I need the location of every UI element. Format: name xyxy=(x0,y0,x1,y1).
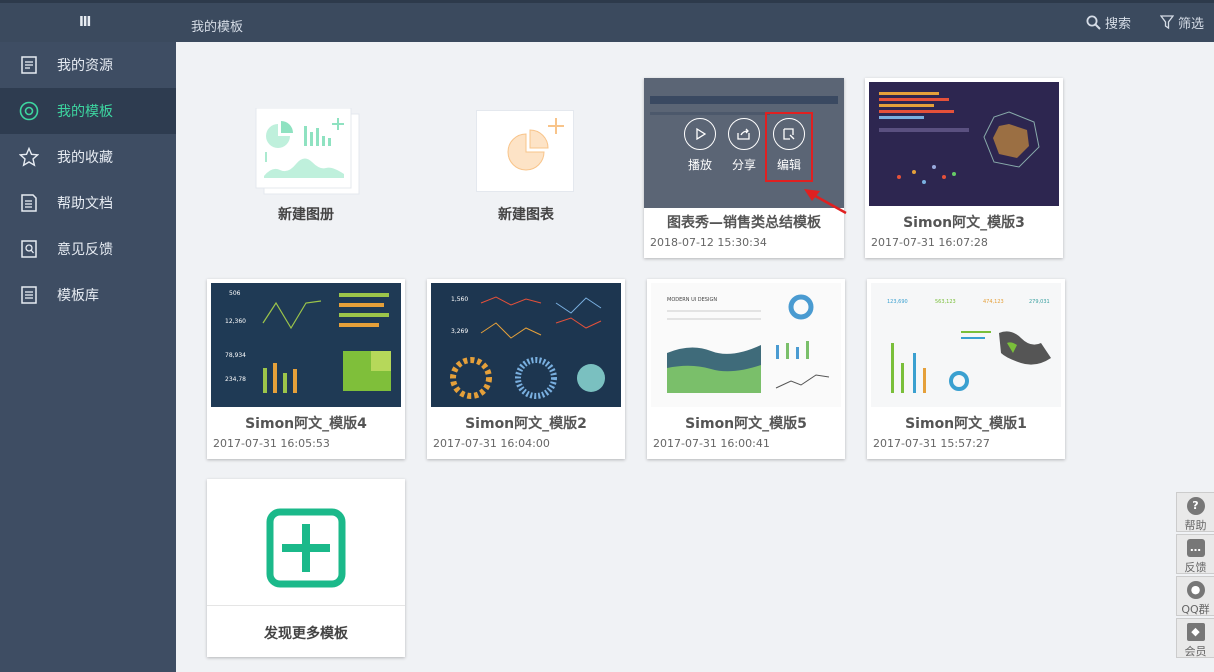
sidebar-item-feedback[interactable]: 意见反馈 xyxy=(0,226,176,272)
diamond-icon: ◆ xyxy=(1186,623,1205,641)
thumb-heading: MODERN UI DESIGN xyxy=(667,297,717,303)
sidebar-item-label: 我的收藏 xyxy=(57,150,113,166)
template-name: Simon阿文_模版3 xyxy=(903,215,1025,231)
feedback-float-button[interactable]: … 反馈 xyxy=(1176,534,1214,574)
sidebar-item-label: 意见反馈 xyxy=(57,242,113,258)
search-icon xyxy=(1086,15,1101,30)
question-icon: ? xyxy=(1186,497,1205,515)
album-stack-icon xyxy=(255,108,360,195)
new-chart-label: 新建图表 xyxy=(498,207,554,223)
thumb-stat: 3,269 xyxy=(451,328,468,335)
sidebar-item-label: 模板库 xyxy=(57,288,99,304)
document-icon xyxy=(19,55,39,75)
template-thumbnail: 1,560 3,269 xyxy=(431,283,621,407)
filter-label: 筛选 xyxy=(1178,17,1205,32)
share-icon xyxy=(728,118,760,150)
template-name: Simon阿文_模版2 xyxy=(465,416,587,432)
template-thumbnail xyxy=(869,82,1059,206)
thumb-stat: 123,690 xyxy=(887,299,908,305)
discover-more-card[interactable]: 发现更多模板 xyxy=(207,479,405,657)
template-name: 图表秀—销售类总结模板 xyxy=(667,215,821,231)
play-label: 播放 xyxy=(687,158,712,172)
thumb-stat: 234,78 xyxy=(225,376,246,383)
feedback-icon xyxy=(19,239,39,259)
thumb-stat: 78,934 xyxy=(225,352,246,359)
new-chart-button[interactable]: 新建图表 xyxy=(466,100,586,230)
menu-icon[interactable]: Ⅲ xyxy=(79,15,92,30)
sidebar: 我的资源 我的模板 我的收藏 帮助文档 意见反馈 模板库 xyxy=(0,42,176,672)
thumb-stat: 279,031 xyxy=(1029,299,1050,305)
sidebar-item-label: 帮助文档 xyxy=(57,196,113,212)
target-icon xyxy=(19,101,39,121)
filter-button[interactable]: 筛选 xyxy=(1160,13,1204,32)
template-date: 2017-07-31 16:00:41 xyxy=(653,437,770,450)
template-thumbnail: MODERN UI DESIGN xyxy=(651,283,841,407)
new-album-button[interactable]: 新建图册 xyxy=(246,100,366,230)
chat-icon: … xyxy=(1186,539,1205,557)
template-card[interactable]: 播放 分享 编辑 图表秀—销售类总结模板 2018-07-12 15:30:34 xyxy=(644,78,844,258)
play-button[interactable]: 播放 xyxy=(680,118,720,173)
search-button[interactable]: 搜索 xyxy=(1086,13,1131,32)
template-card[interactable]: 506 12,360 78,934 234,78 Simon阿文_模版4 201… xyxy=(207,279,405,459)
template-date: 2017-07-31 15:57:27 xyxy=(873,437,990,450)
sidebar-item-help-docs[interactable]: 帮助文档 xyxy=(0,180,176,226)
new-album-label: 新建图册 xyxy=(278,207,334,223)
sidebar-item-templates[interactable]: 我的模板 xyxy=(0,88,176,134)
feedback-float-label: 反馈 xyxy=(1184,561,1207,574)
annotation-arrow xyxy=(804,189,847,215)
doc-icon xyxy=(19,193,39,213)
sidebar-item-favorites[interactable]: 我的收藏 xyxy=(0,134,176,180)
qq-group-float-label: QQ群 xyxy=(1181,603,1210,616)
help-float-button[interactable]: ? 帮助 xyxy=(1176,492,1214,532)
plus-square-icon xyxy=(266,508,346,588)
thumb-chart: MODERN UI DESIGN xyxy=(667,294,830,393)
member-float-button[interactable]: ◆ 会员 xyxy=(1176,618,1214,658)
template-name: Simon阿文_模版1 xyxy=(905,416,1027,432)
thumb-stat: 474,123 xyxy=(983,299,1004,305)
template-card[interactable]: Simon阿文_模版3 2017-07-31 16:07:28 xyxy=(865,78,1063,258)
thumb-stat: 506 xyxy=(229,290,241,297)
pie-chart-icon xyxy=(507,118,564,171)
play-icon xyxy=(684,118,716,150)
template-card[interactable]: 123,690 563,123 474,123 279,031 Simon阿文_… xyxy=(867,279,1065,459)
search-label: 搜索 xyxy=(1105,17,1132,32)
star-icon xyxy=(19,147,39,167)
template-card[interactable]: MODERN UI DESIGN Simon阿文_模版5 2017-07-31 … xyxy=(647,279,845,459)
template-date: 2018-07-12 15:30:34 xyxy=(650,236,767,249)
share-label: 分享 xyxy=(731,158,756,172)
template-date: 2017-07-31 16:07:28 xyxy=(871,236,988,249)
sidebar-item-library[interactable]: 模板库 xyxy=(0,272,176,318)
thumb-chart: 123,690 563,123 474,123 279,031 xyxy=(887,299,1051,393)
template-thumbnail: 123,690 563,123 474,123 279,031 xyxy=(871,283,1061,407)
card-divider xyxy=(207,605,405,606)
qq-group-float-button[interactable]: ● QQ群 xyxy=(1176,576,1214,616)
sidebar-item-label: 我的模板 xyxy=(57,104,113,120)
edit-highlight-box xyxy=(765,112,813,182)
thumb-chart xyxy=(879,92,1040,184)
template-name: Simon阿文_模版4 xyxy=(245,416,367,432)
breadcrumb: 我的模板 xyxy=(191,20,244,35)
thumb-chart: 506 12,360 78,934 234,78 xyxy=(225,290,391,393)
template-date: 2017-07-31 16:04:00 xyxy=(433,437,550,450)
thumb-chart: 1,560 3,269 xyxy=(450,296,605,399)
thumb-stat: 12,360 xyxy=(225,318,246,325)
users-icon: ● xyxy=(1186,581,1205,599)
member-float-label: 会员 xyxy=(1184,645,1207,658)
thumb-stat: 563,123 xyxy=(935,299,956,305)
share-button[interactable]: 分享 xyxy=(724,118,764,173)
template-name: Simon阿文_模版5 xyxy=(685,416,807,432)
filter-icon xyxy=(1160,15,1174,30)
thumb-stat: 1,560 xyxy=(451,296,468,303)
discover-more-label: 发现更多模板 xyxy=(264,626,348,642)
template-card[interactable]: 1,560 3,269 Simon阿文_模版2 2017-07-31 16:04… xyxy=(427,279,625,459)
template-date: 2017-07-31 16:05:53 xyxy=(213,437,330,450)
top-bar: Ⅲ 我的模板 搜索 筛选 xyxy=(0,0,1214,42)
sidebar-item-resources[interactable]: 我的资源 xyxy=(0,42,176,88)
template-thumbnail: 506 12,360 78,934 234,78 xyxy=(211,283,401,407)
help-float-label: 帮助 xyxy=(1184,519,1207,532)
sidebar-item-label: 我的资源 xyxy=(57,58,113,74)
library-icon xyxy=(19,285,39,305)
